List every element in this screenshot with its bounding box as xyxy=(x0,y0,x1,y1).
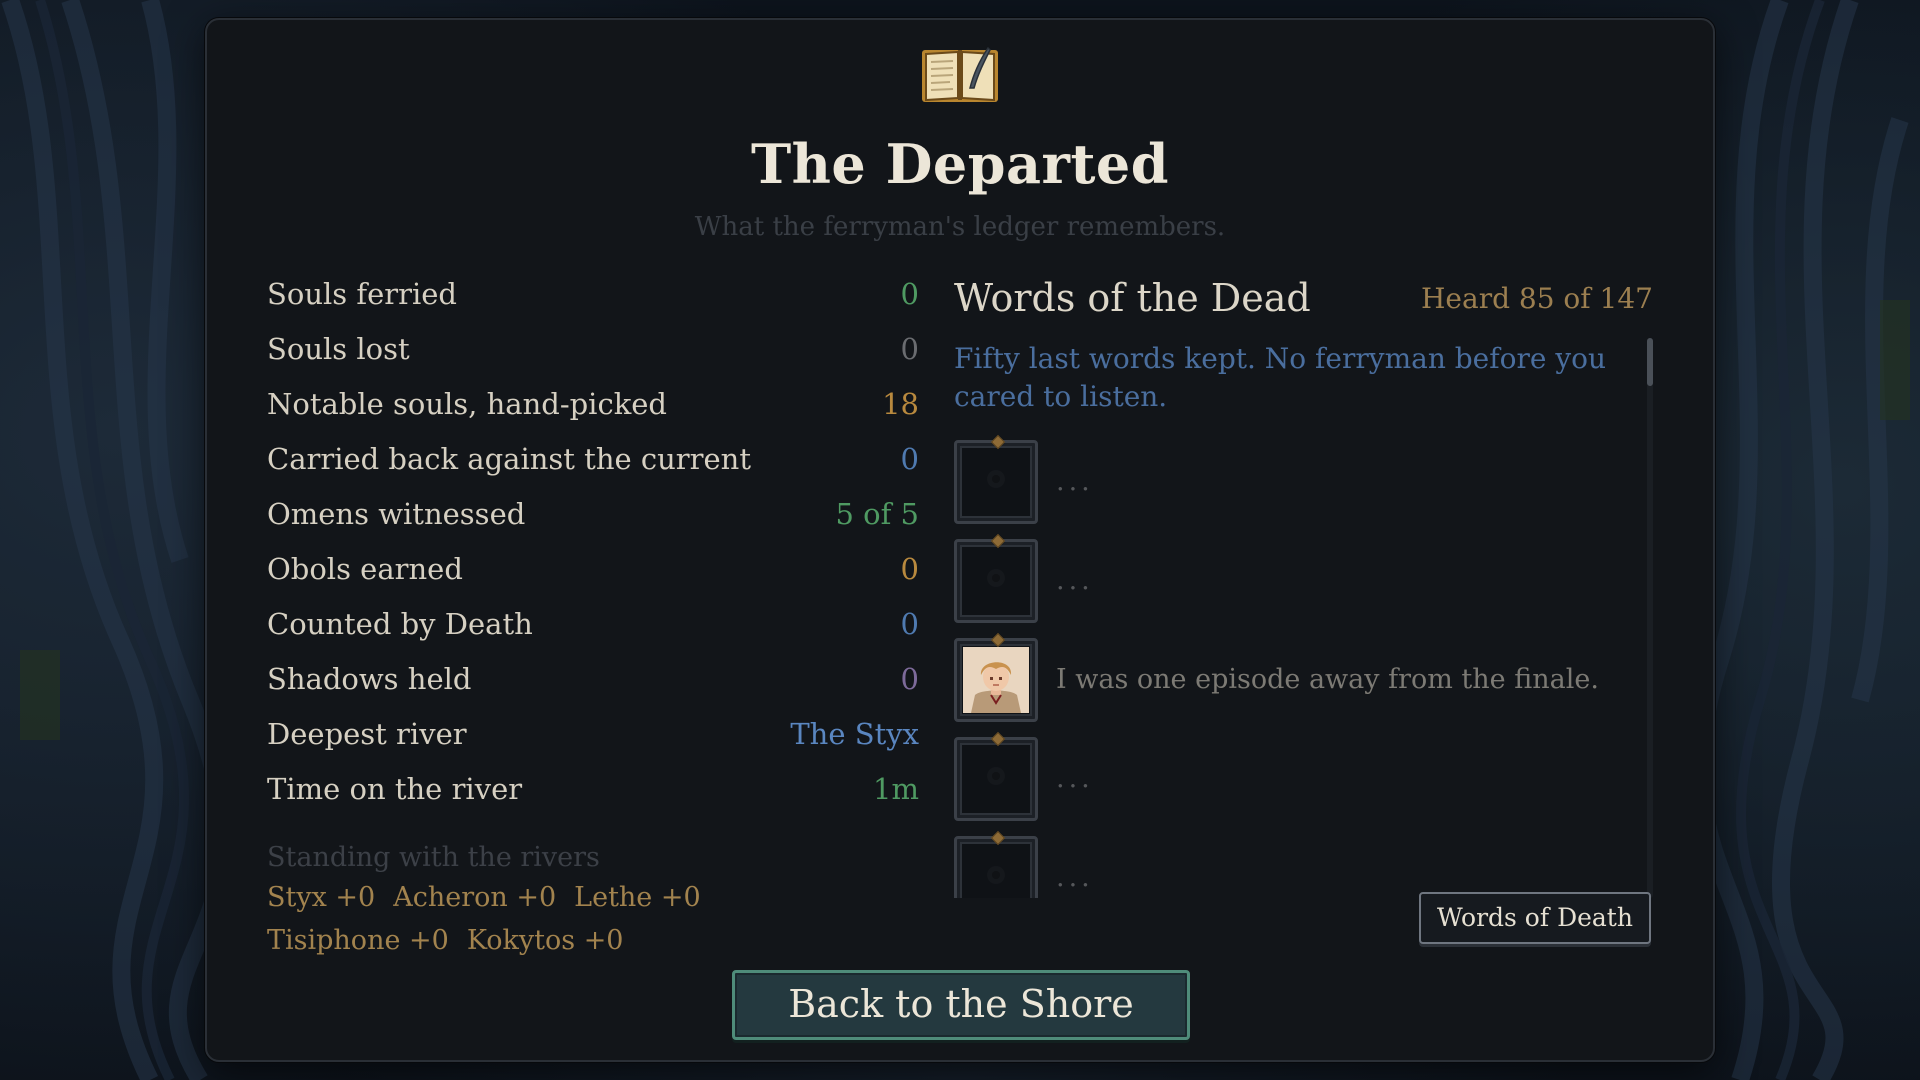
stats-list: Souls ferried 0 Souls lost 0 Notable sou… xyxy=(267,266,919,816)
river-standing-acheron: Acheron +0 xyxy=(393,882,557,913)
list-item[interactable]: ... xyxy=(954,531,1634,630)
stat-row: Obols earned 0 xyxy=(267,541,919,596)
frame-gem-icon xyxy=(990,731,1006,746)
words-intro: Fifty last words kept. No ferryman befor… xyxy=(954,342,1607,413)
stat-value: 1m xyxy=(873,771,919,806)
list-item[interactable]: ... xyxy=(954,432,1634,531)
locked-soul-portrait xyxy=(954,830,1038,898)
river-standing-kokytos: Kokytos +0 xyxy=(466,925,624,956)
page-subtitle: What the ferryman's ledger remembers. xyxy=(694,212,1226,242)
stat-row: Shadows held 0 xyxy=(267,651,919,706)
river-standing-lethe: Lethe +0 xyxy=(574,882,701,913)
locked-soul-portrait xyxy=(954,731,1038,821)
page-title: The Departed xyxy=(750,132,1170,196)
stat-row: Souls lost 0 xyxy=(267,321,919,376)
departed-panel: The Departed What the ferryman's ledger … xyxy=(205,18,1715,1062)
stat-value: 0 xyxy=(900,661,919,696)
standing-heading: Standing with the rivers xyxy=(267,842,600,873)
entry-text: ... xyxy=(1056,763,1094,794)
entry-text: ... xyxy=(1056,862,1094,893)
back-to-shore-button[interactable]: Back to the Shore xyxy=(732,970,1190,1040)
words-title: Words of the Dead xyxy=(954,276,1311,320)
words-of-death-button[interactable]: Words of Death xyxy=(1419,892,1651,944)
list-item[interactable]: I was one episode away from the finale. xyxy=(954,630,1634,729)
list-item[interactable]: ... xyxy=(954,729,1634,828)
stat-row: Counted by Death 0 xyxy=(267,596,919,651)
silhouette-icon xyxy=(987,766,1005,785)
stat-value: 0 xyxy=(900,606,919,641)
river-standing-tisiphone: Tisiphone +0 xyxy=(267,925,449,956)
entry-text: ... xyxy=(1056,565,1094,596)
words-scrollbar[interactable] xyxy=(1647,338,1653,898)
stat-row: Deepest river The Styx xyxy=(267,706,919,761)
stat-value: 0 xyxy=(900,276,919,311)
frame-gem-icon xyxy=(990,533,1006,548)
entry-text: I was one episode away from the finale. xyxy=(1056,664,1599,695)
stat-row: Souls ferried 0 xyxy=(267,266,919,321)
stat-label: Souls ferried xyxy=(267,276,458,311)
river-standing-list: Styx +0 Acheron +0 Lethe +0 Tisiphone +0… xyxy=(267,882,867,956)
frame-gem-icon xyxy=(990,632,1006,647)
locked-soul-portrait xyxy=(954,434,1038,524)
stat-row: Notable souls, hand-picked 18 xyxy=(267,376,919,431)
blond-soul-portrait-icon xyxy=(963,646,1029,713)
stat-label: Carried back against the current xyxy=(267,441,752,476)
stat-label: Time on the river xyxy=(267,771,523,806)
stat-label: Deepest river xyxy=(267,716,467,751)
silhouette-icon xyxy=(987,568,1005,587)
stat-label: Shadows held xyxy=(267,661,472,696)
stat-value: The Styx xyxy=(790,716,919,751)
words-heard-count: Heard 85 of 147 xyxy=(1421,282,1653,315)
locked-soul-portrait xyxy=(954,533,1038,623)
last-words-list[interactable]: ... ... I was one episode away from the … xyxy=(954,432,1634,898)
stat-row: Omens witnessed 5 of 5 xyxy=(267,486,919,541)
stat-label: Omens witnessed xyxy=(267,496,526,531)
stat-row: Time on the river 1m xyxy=(267,761,919,816)
soul-portrait xyxy=(954,632,1038,722)
stat-row: Carried back against the current 0 xyxy=(267,431,919,486)
entry-text: ... xyxy=(1056,466,1094,497)
stat-value: 18 xyxy=(882,386,919,421)
stat-label: Counted by Death xyxy=(267,606,533,641)
stat-value: 0 xyxy=(900,441,919,476)
frame-gem-icon xyxy=(990,434,1006,449)
stat-label: Notable souls, hand-picked xyxy=(267,386,667,421)
silhouette-icon xyxy=(987,865,1005,884)
silhouette-icon xyxy=(987,469,1005,488)
list-item[interactable]: ... xyxy=(954,828,1634,898)
stat-label: Souls lost xyxy=(267,331,410,366)
open-book-icon xyxy=(922,46,998,102)
stat-label: Obols earned xyxy=(267,551,463,586)
stat-value: 5 of 5 xyxy=(835,496,919,531)
stat-value: 0 xyxy=(900,551,919,586)
scrollbar-thumb[interactable] xyxy=(1647,338,1653,386)
river-standing-styx: Styx +0 xyxy=(267,882,376,913)
frame-gem-icon xyxy=(990,830,1006,845)
stat-value: 0 xyxy=(900,331,919,366)
